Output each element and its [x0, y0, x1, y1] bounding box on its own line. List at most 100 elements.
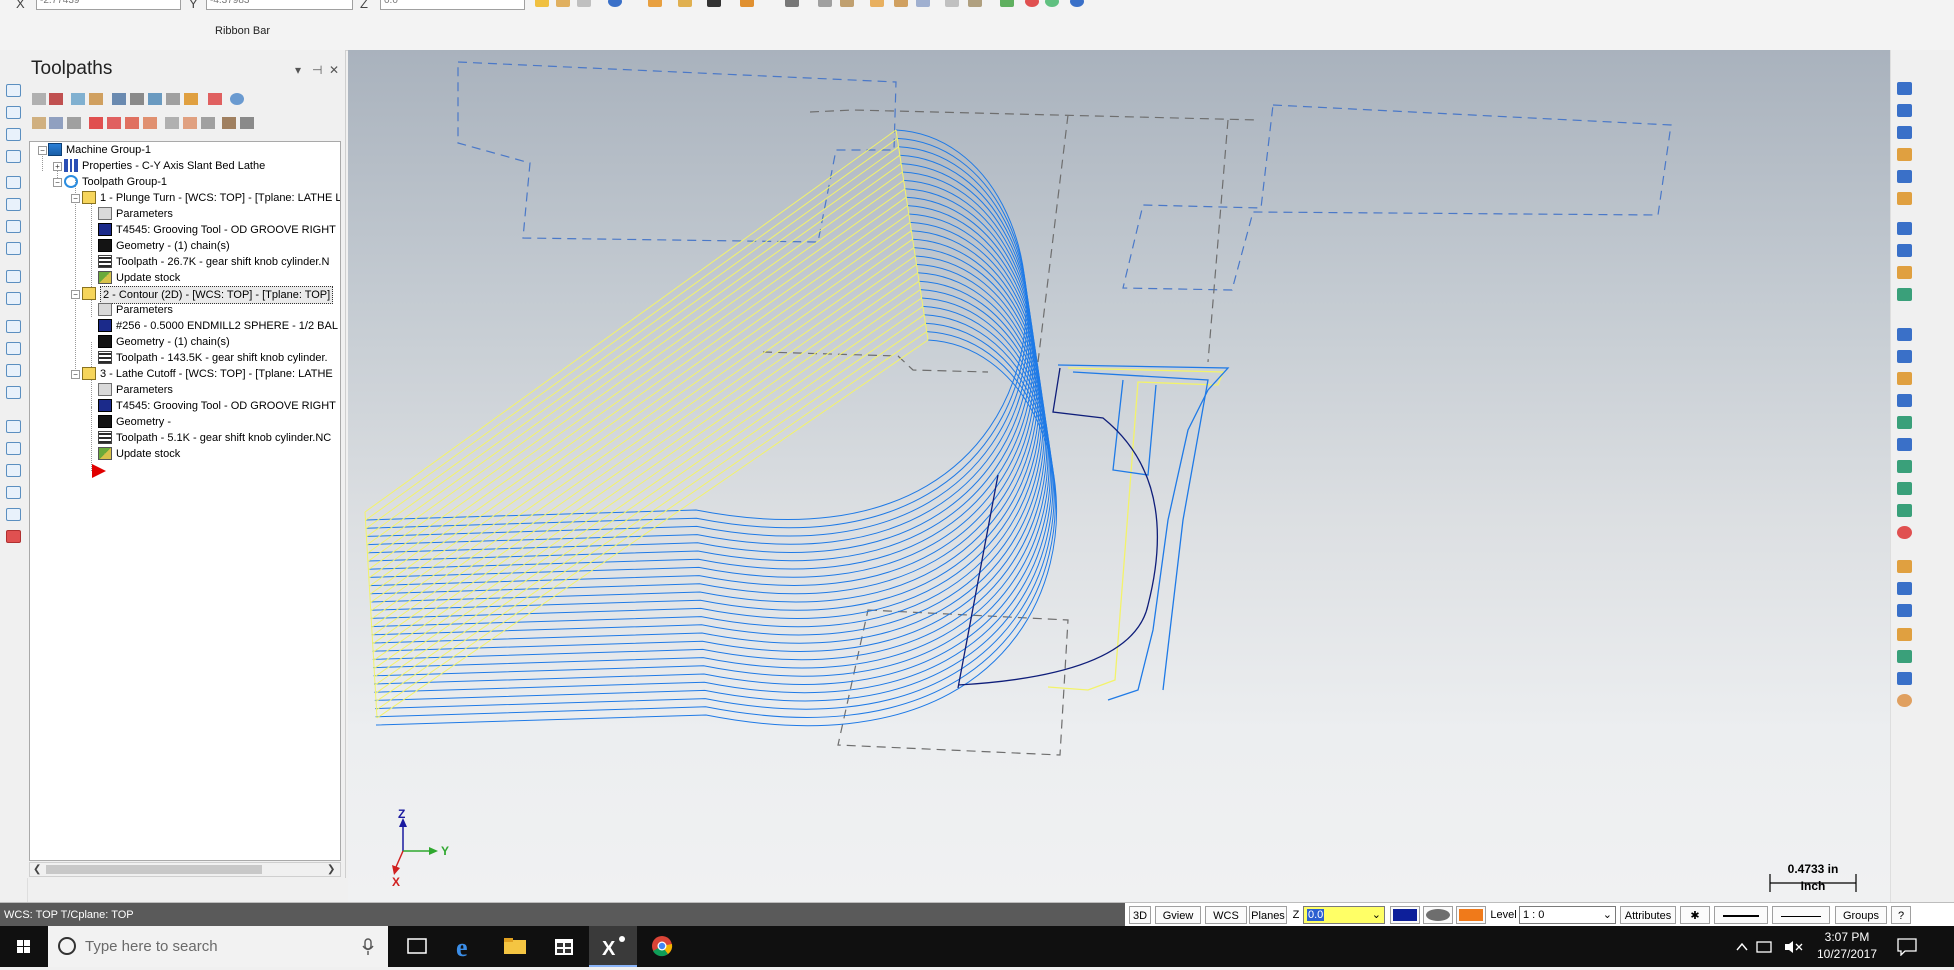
- no-entry-icon[interactable]: [1897, 526, 1912, 539]
- tree-item-geometry[interactable]: Geometry - (1) chain(s): [98, 238, 230, 254]
- arc-icon[interactable]: [6, 128, 21, 141]
- polygon-icon[interactable]: [6, 220, 21, 233]
- expand-toggle[interactable]: −: [71, 194, 80, 203]
- tree-item-toolpath[interactable]: Toolpath - 5.1K - gear shift knob cylind…: [98, 430, 331, 446]
- line-icon[interactable]: [6, 106, 21, 119]
- volume-muted-icon[interactable]: [1785, 941, 1793, 953]
- dimension-icon[interactable]: [6, 420, 21, 433]
- mesh-icon[interactable]: [1897, 504, 1912, 517]
- reset-icon[interactable]: [201, 117, 215, 129]
- point-style-button[interactable]: ✱: [1680, 906, 1710, 924]
- color-swatch-button[interactable]: [1390, 906, 1420, 924]
- gear-icon[interactable]: [707, 0, 721, 7]
- y-coord-field[interactable]: -4.37983: [206, 0, 353, 10]
- level-dropdown-chevron-icon[interactable]: ⌄: [1603, 907, 1612, 923]
- z-depth-field[interactable]: 0.0 ⌄: [1303, 906, 1385, 924]
- z-coord-field[interactable]: 0.0: [380, 0, 525, 10]
- select-icon[interactable]: [6, 84, 21, 97]
- solid-box-icon[interactable]: [6, 530, 21, 543]
- tree-item-geometry[interactable]: Geometry -: [98, 414, 171, 430]
- tree-item-tool[interactable]: T4545: Grooving Tool - OD GROOVE RIGHT: [98, 398, 336, 414]
- curve-icon[interactable]: [1897, 394, 1912, 407]
- trim-icon[interactable]: [6, 270, 21, 283]
- pin-icon[interactable]: ⊣: [312, 63, 322, 77]
- grid-icon[interactable]: [1897, 222, 1912, 235]
- save-icon[interactable]: [1897, 126, 1912, 139]
- tree-item-geometry[interactable]: Geometry - (1) chain(s): [98, 334, 230, 350]
- g1-post-icon[interactable]: [166, 93, 180, 105]
- tree-horizontal-scrollbar[interactable]: ❮ ❯: [29, 862, 341, 877]
- wcs-button[interactable]: WCS: [1205, 906, 1247, 924]
- mask-icon[interactable]: [840, 0, 854, 7]
- info-icon[interactable]: [1070, 0, 1084, 7]
- autocursor-icon[interactable]: [556, 0, 570, 7]
- scrollbar-thumb[interactable]: [46, 865, 262, 874]
- open-file-icon[interactable]: [1897, 104, 1912, 117]
- lightning-icon[interactable]: [1897, 560, 1912, 573]
- tree-item-toolpath[interactable]: Toolpath - 143.5K - gear shift knob cyli…: [98, 350, 328, 366]
- highfeed-icon[interactable]: [208, 93, 222, 105]
- level-field[interactable]: 1 : 0 ⌄: [1519, 906, 1616, 924]
- btn-3d[interactable]: 3D: [1129, 906, 1151, 924]
- wireframe-icon[interactable]: [916, 0, 930, 7]
- simulate-icon[interactable]: [148, 93, 162, 105]
- mastercam-app-icon[interactable]: X: [589, 926, 637, 967]
- measure-icon[interactable]: [968, 0, 982, 7]
- tree-item-tool[interactable]: T4545: Grooving Tool - OD GROOVE RIGHT: [98, 222, 336, 238]
- move-up-icon[interactable]: [107, 117, 121, 129]
- merge-icon[interactable]: [1897, 192, 1912, 205]
- point-icon[interactable]: [577, 0, 591, 7]
- lock-icon[interactable]: [32, 117, 46, 129]
- file-explorer-icon[interactable]: [491, 926, 539, 967]
- color-icon[interactable]: [1897, 694, 1912, 707]
- line-width-button[interactable]: [1772, 906, 1830, 924]
- note-icon[interactable]: [6, 442, 21, 455]
- scroll-arrow-icon[interactable]: [143, 117, 157, 129]
- display-only-icon[interactable]: [183, 117, 197, 129]
- edge-browser-icon[interactable]: e: [442, 926, 490, 967]
- surface-color-button[interactable]: [1423, 906, 1453, 924]
- tree-item-operation-3[interactable]: 3 - Lathe Cutoff - [WCS: TOP] - [Tplane:…: [82, 366, 333, 382]
- microphone-icon[interactable]: [362, 938, 374, 956]
- stack-icon[interactable]: [1897, 650, 1912, 663]
- expand-toggle[interactable]: −: [71, 290, 80, 299]
- ruler-icon[interactable]: [1897, 350, 1912, 363]
- move-down-icon[interactable]: [89, 117, 103, 129]
- tree-item-parameters[interactable]: Parameters: [98, 382, 173, 398]
- tree-item-machine-group[interactable]: Machine Group-1: [48, 142, 151, 158]
- align-icon[interactable]: [1897, 266, 1912, 279]
- backplot-icon[interactable]: [112, 93, 126, 105]
- arc-icon[interactable]: [1897, 416, 1912, 429]
- toggle-display-icon[interactable]: [49, 117, 63, 129]
- table-icon[interactable]: [1897, 244, 1912, 257]
- flash-icon[interactable]: [1897, 372, 1912, 385]
- single-display-icon[interactable]: [165, 117, 179, 129]
- select-window-icon[interactable]: [785, 0, 799, 7]
- help-button[interactable]: ?: [1891, 906, 1911, 924]
- insert-arrow-marker[interactable]: [92, 464, 106, 478]
- translate-icon[interactable]: [648, 0, 662, 7]
- expand-toggle[interactable]: −: [38, 146, 47, 155]
- windows-start-icon[interactable]: [0, 926, 48, 967]
- attributes-button[interactable]: Attributes: [1620, 906, 1676, 924]
- tree-item-toolpath[interactable]: Toolpath - 26.7K - gear shift knob cylin…: [98, 254, 329, 270]
- tree-item-update-stock[interactable]: Update stock: [98, 270, 180, 286]
- store-icon[interactable]: [540, 926, 588, 967]
- copy-icon[interactable]: [1897, 604, 1912, 617]
- solid-icon[interactable]: [870, 0, 884, 7]
- analyze-icon[interactable]: [945, 0, 959, 7]
- fillet-icon[interactable]: [6, 150, 21, 163]
- options-icon[interactable]: [222, 117, 236, 129]
- expand-toggle[interactable]: −: [53, 178, 62, 187]
- select-failed-icon[interactable]: [49, 93, 63, 105]
- panel-menu-chevron-icon[interactable]: ▾: [295, 63, 301, 77]
- graphics-viewport[interactable]: Z Y X 0.4733 in Inch: [348, 50, 1890, 902]
- layer-icon[interactable]: [740, 0, 754, 7]
- expand-toggle[interactable]: +: [53, 162, 62, 171]
- spline-icon[interactable]: [6, 198, 21, 211]
- insert-arrow-icon[interactable]: [125, 117, 139, 129]
- select-all-icon[interactable]: [32, 93, 46, 105]
- break-icon[interactable]: [6, 292, 21, 305]
- tree-item-tool[interactable]: #256 - 0.5000 ENDMILL2 SPHERE - 1/2 BAL: [98, 318, 338, 334]
- tree-item-update-stock[interactable]: Update stock: [98, 446, 180, 462]
